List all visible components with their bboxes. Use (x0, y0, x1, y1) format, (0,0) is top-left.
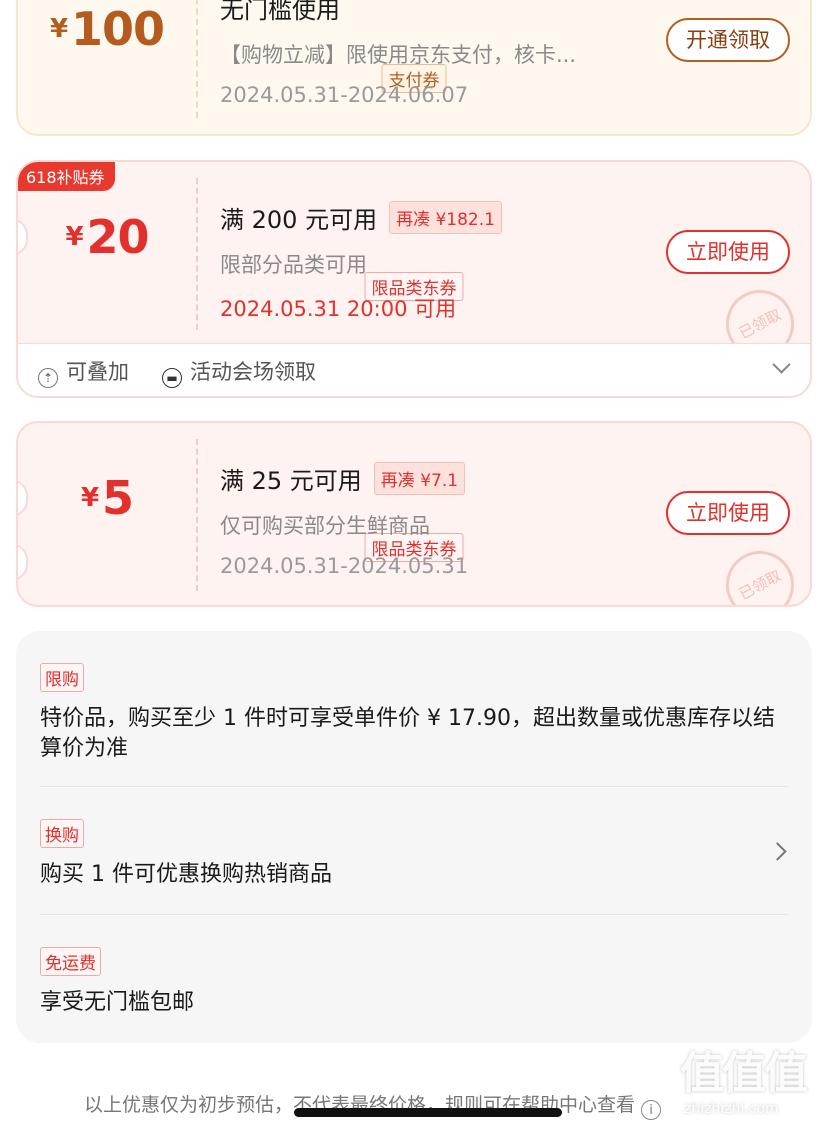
coupon-pay-card: ¥100 支付券 无门槛使用 【购物立减】限使用京东支付，核卡... 2024.… (16, 0, 812, 136)
coupon-info: 无门槛使用 【购物立减】限使用京东支付，核卡... 2024.05.31-202… (220, 0, 660, 107)
threshold-text: 满 200 元可用 (220, 206, 378, 234)
coupon-amount: ¥20 (18, 210, 196, 264)
currency-symbol: ¥ (49, 14, 69, 44)
stack-icon: ⇡ (38, 368, 58, 388)
coupon-date: 2024.05.31-2024.06.07 (220, 83, 469, 107)
coupon-date: 2024.05.31 20:00 可用 (220, 297, 457, 321)
promotion-item-limit: 限购 特价品，购买至少 1 件时可享受单件价 ¥ 17.90，超出数量或优惠库存… (40, 663, 788, 764)
coupon-info: 满 200 元可用 再凑 ¥182.1 限部分品类可用 2024.05.31 20… (220, 200, 660, 323)
promotion-item-exchange[interactable]: 换购 购买 1 件可优惠换购热销商品 (40, 819, 788, 890)
promotion-tag: 限购 (40, 663, 84, 692)
currency-symbol: ¥ (65, 222, 84, 252)
coupon-desc: 【购物立减】限使用京东支付，核卡... (220, 43, 577, 67)
coupon-main: ¥100 支付券 无门槛使用 【购物立减】限使用京东支付，核卡... 2024.… (18, 0, 810, 134)
coupon-date: 2024.05.31-2024.05.31 (220, 554, 469, 578)
promotion-text: 购买 1 件可优惠换购热销商品 (40, 862, 332, 887)
amount-value: 20 (86, 210, 150, 264)
currency-symbol: ¥ (80, 483, 100, 513)
promotion-item-free-shipping: 免运费 享受无门槛包邮 (40, 947, 788, 1018)
stackable-label: 可叠加 (66, 360, 129, 384)
use-now-button[interactable]: 立即使用 (666, 491, 790, 535)
remaining-amount-pill: 再凑 ¥182.1 (389, 201, 502, 234)
watermark-site: zhizhizhi.com (684, 1101, 779, 1117)
divider (40, 786, 788, 787)
coupon-divider (196, 0, 198, 118)
promotions-panel: 限购 特价品，购买至少 1 件时可享受单件价 ¥ 17.90，超出数量或优惠库存… (16, 631, 812, 1043)
chevron-down-icon[interactable] (772, 355, 791, 374)
coupon-footer[interactable]: ⇡ 可叠加 ▬ 活动会场领取 (18, 343, 810, 396)
threshold-text: 满 25 元可用 (220, 467, 362, 495)
coupon-title: 无门槛使用 (220, 0, 340, 24)
venue-label: 活动会场领取 (190, 360, 316, 384)
venue-info: ▬ 活动会场领取 (162, 356, 316, 388)
coupon-amount: ¥100 (18, 2, 196, 56)
info-icon[interactable]: i (641, 1100, 662, 1120)
coupon-desc: 仅可购买部分生鲜商品 (220, 514, 430, 538)
home-indicator[interactable] (294, 1108, 562, 1117)
claimed-stamp: 已领取 (714, 539, 806, 605)
coupon-info: 满 25 元可用 再凑 ¥7.1 仅可购买部分生鲜商品 2024.05.31-20… (220, 461, 660, 578)
use-now-button[interactable]: 立即使用 (666, 230, 790, 274)
coupon-divider (196, 439, 198, 591)
remaining-amount-pill: 再凑 ¥7.1 (373, 462, 466, 495)
promotion-tag: 换购 (40, 819, 84, 848)
promotion-text: 特价品，购买至少 1 件时可享受单件价 ¥ 17.90，超出数量或优惠库存以结算… (40, 706, 775, 761)
amount-value: 5 (102, 471, 134, 525)
coupon-fresh-card: ¥5 限品类东券 满 25 元可用 再凑 ¥7.1 仅可购买部分生鲜商品 2024… (16, 421, 812, 607)
stackable-info: ⇡ 可叠加 (38, 356, 129, 388)
ticket-icon: ▬ (162, 368, 182, 388)
promotion-text: 享受无门槛包邮 (40, 990, 195, 1015)
coupon-main: 618补贴券 ¥20 限品类东券 满 200 元可用 再凑 ¥182.1 限部分品… (18, 162, 810, 370)
open-claim-button[interactable]: 开通领取 (666, 18, 790, 62)
618-subsidy-badge: 618补贴券 (18, 162, 115, 191)
coupon-title: 满 200 元可用 再凑 ¥182.1 (220, 200, 660, 235)
watermark-logo: 值值值 (680, 1048, 808, 1099)
promotion-tag: 免运费 (40, 947, 101, 976)
coupon-divider (196, 178, 198, 330)
coupon-main: ¥5 限品类东券 满 25 元可用 再凑 ¥7.1 仅可购买部分生鲜商品 2024… (18, 423, 810, 605)
coupon-amount: ¥5 (18, 471, 196, 525)
coupon-title: 满 25 元可用 再凑 ¥7.1 (220, 461, 660, 496)
divider (40, 914, 788, 915)
amount-value: 100 (71, 2, 165, 56)
coupon-notch (18, 543, 28, 581)
coupon-618-card: 618补贴券 ¥20 限品类东券 满 200 元可用 再凑 ¥182.1 限部分品… (16, 160, 812, 398)
site-watermark: 值值值 zhizhizhi.com (680, 1048, 820, 1128)
coupon-desc: 限部分品类可用 (220, 253, 367, 277)
